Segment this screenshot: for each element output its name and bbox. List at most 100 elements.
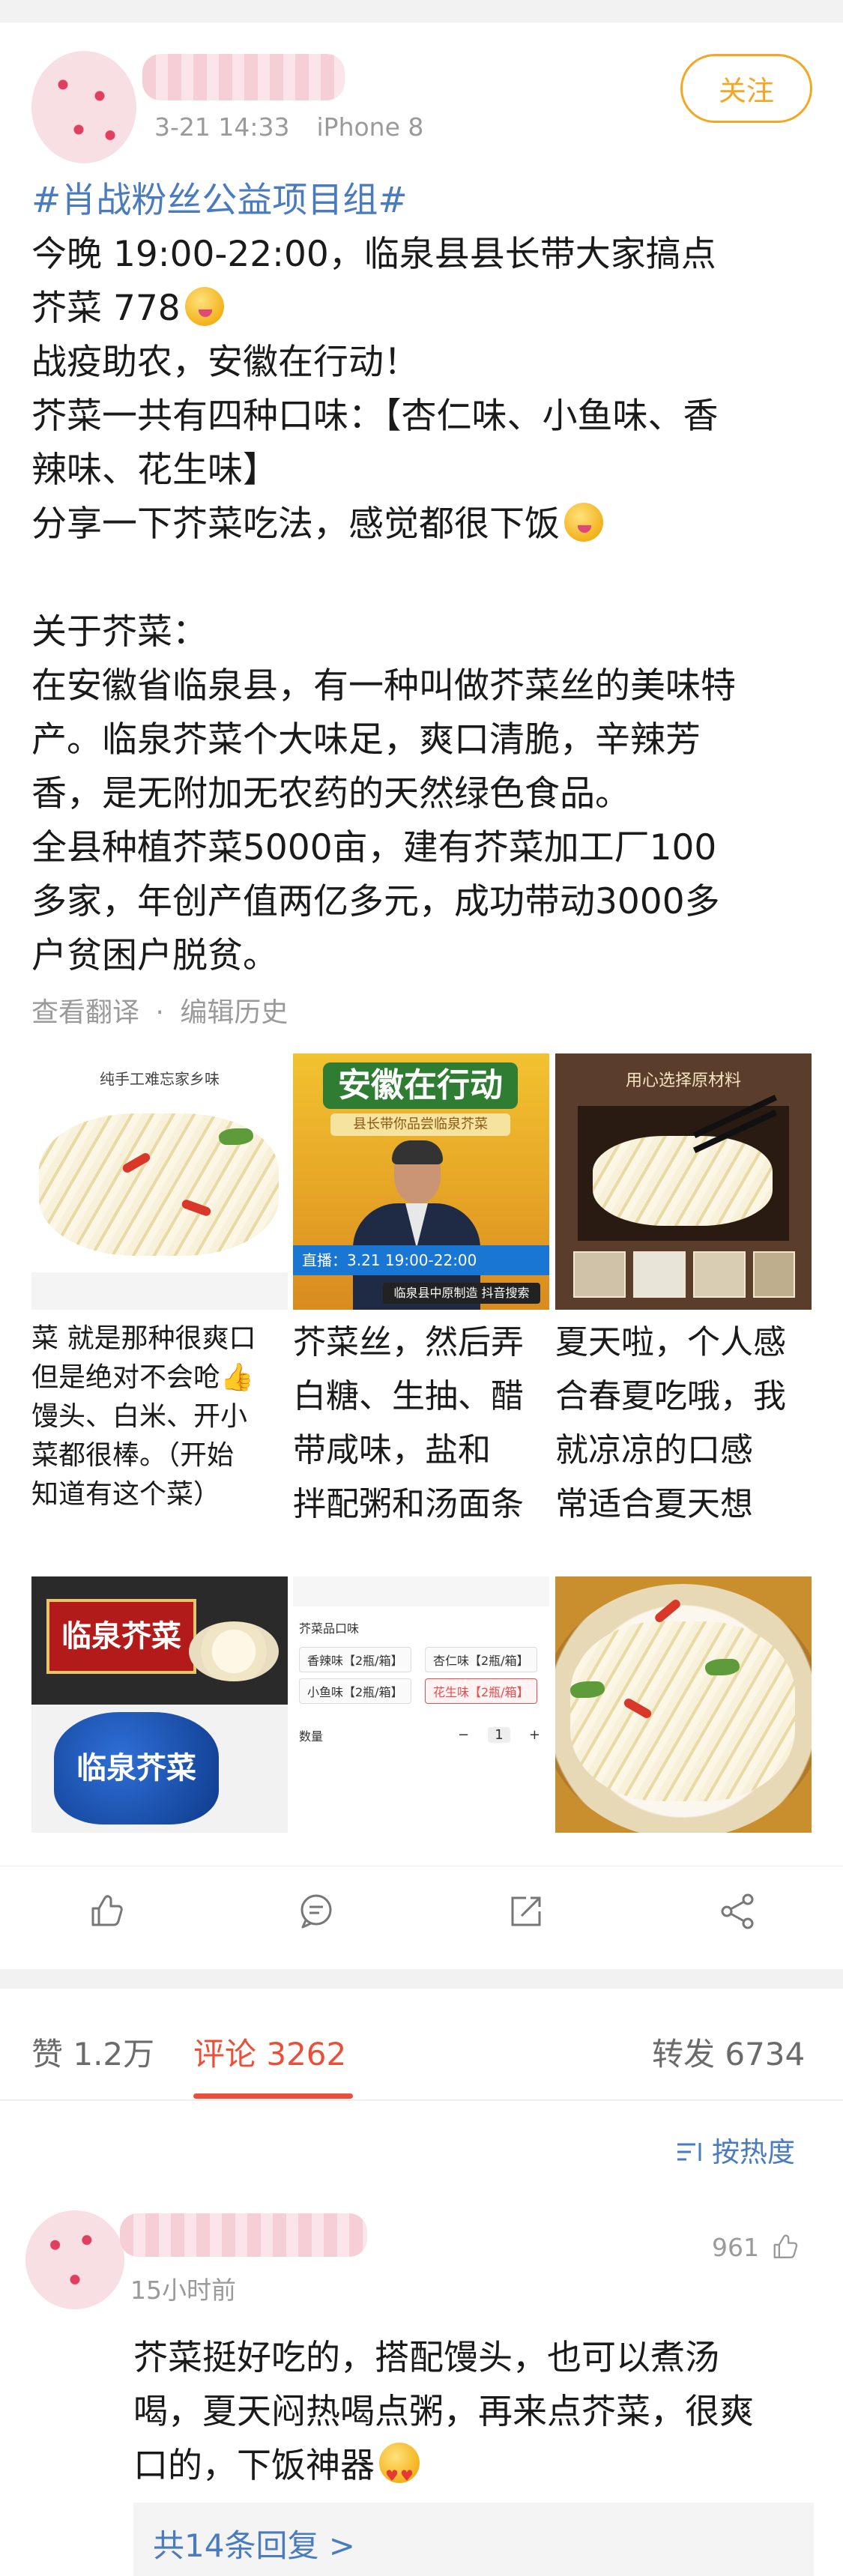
image-1[interactable]: 纯手工难忘家乡味 bbox=[31, 1053, 288, 1310]
avatar[interactable] bbox=[31, 51, 136, 163]
sort-icon bbox=[677, 2143, 701, 2161]
thumbnail bbox=[633, 1251, 686, 1298]
comment-line: 喝，夏天闷热喝点粥，再来点芥菜，很爽 bbox=[133, 2391, 754, 2431]
thumbnail bbox=[573, 1251, 626, 1298]
post-content: #肖战粉丝公益项目组# 今晚 19:00-22:00，临泉县县长带大家搞点 芥菜… bbox=[31, 174, 818, 983]
image-6-text: 合春夏吃哦，我 bbox=[555, 1377, 786, 1415]
image-6-text: 就凉凉的口感 bbox=[555, 1431, 753, 1469]
top-divider bbox=[0, 0, 843, 22]
post-line: 分享一下芥菜吃法，感觉都很下饭 bbox=[31, 498, 818, 551]
post-time: 3-21 14:33 bbox=[154, 112, 290, 142]
post-line: 在安徽省临泉县，有一种叫做芥菜丝的美味特 bbox=[31, 665, 736, 707]
image-6-text: 常适合夏天想 bbox=[555, 1485, 753, 1523]
post-line: 全县种植芥菜5000亩，建有芥菜加工厂100 bbox=[31, 827, 717, 868]
image-5-text: 带咸味，盐和 bbox=[293, 1431, 491, 1469]
image-4-text: 菜 就是那种很爽口 bbox=[31, 1323, 256, 1354]
section-divider bbox=[0, 1969, 843, 1989]
post-device: iPhone 8 bbox=[316, 112, 424, 142]
weibo-post: 3-21 14:33 iPhone 8 关注 #肖战粉丝公益项目组# 今晚 19:… bbox=[0, 0, 843, 1969]
view-replies-button[interactable]: 共14条回复 > bbox=[133, 2503, 814, 2576]
poster-subtitle: 县长带你品尝临泉芥菜 bbox=[330, 1113, 510, 1136]
blue-jar-photo: 临泉芥菜 bbox=[31, 1705, 288, 1833]
shop-header bbox=[293, 1576, 549, 1606]
share-icon bbox=[721, 1893, 754, 1929]
thumbnail bbox=[753, 1251, 795, 1298]
thumb-up-icon bbox=[773, 2234, 798, 2258]
post-line: 战疫助农，安徽在行动！ bbox=[31, 342, 419, 383]
post-toolbar bbox=[0, 1866, 843, 1956]
edit-history-link[interactable]: 编辑历史 bbox=[180, 997, 288, 1028]
image-6-text: 夏天啦，个人感 bbox=[555, 1323, 786, 1361]
heart-eyes-emoji-icon bbox=[379, 2443, 420, 2503]
image-6[interactable]: 夏天啦，个人感 合春夏吃哦，我 就凉凉的口感 常适合夏天想 bbox=[555, 1315, 812, 1571]
quantity-value: 1 bbox=[488, 1726, 510, 1743]
sort-label: 按热度 bbox=[712, 2136, 795, 2168]
poster-bottom-bar: 临泉县中原制造 抖音搜索 bbox=[383, 1283, 540, 1304]
quantity-stepper: − 1 + bbox=[458, 1723, 540, 1746]
thumbs-up-emoji-icon: 👍 bbox=[220, 1362, 254, 1393]
tab-reposts[interactable]: 转发 6734 bbox=[652, 2029, 805, 2075]
image-5[interactable]: 芥菜丝，然后弄 白糖、生抽、醋 带咸味，盐和 拌配粥和汤面条 bbox=[293, 1315, 549, 1571]
tab-likes[interactable]: 赞 1.2万 bbox=[31, 2029, 154, 2075]
repost-button[interactable] bbox=[504, 1889, 549, 1934]
quantity-label: 数量 bbox=[299, 1729, 324, 1744]
follow-button[interactable]: 关注 bbox=[680, 54, 812, 123]
image-1-caption: 纯手工难忘家乡味 bbox=[100, 1070, 220, 1088]
image-7[interactable]: 临泉芥菜 临泉芥菜 bbox=[31, 1576, 288, 1833]
comment-time: 15小时前 bbox=[130, 2276, 236, 2305]
mustard-strips bbox=[570, 1621, 795, 1801]
flavor-heading: 芥菜品口味 bbox=[299, 1621, 360, 1636]
comment-like-count: 961 bbox=[712, 2232, 759, 2262]
comment-avatar[interactable] bbox=[25, 2210, 124, 2309]
image-8[interactable]: 芥菜品口味 香辣味【2瓶/箱】 杏仁味【2瓶/箱】 小鱼味【2瓶/箱】 花生味【… bbox=[293, 1576, 549, 1833]
poster-title: 安徽在行动 bbox=[323, 1062, 518, 1109]
herb bbox=[219, 1128, 253, 1145]
separator: · bbox=[155, 997, 164, 1028]
blue-jar-label: 临泉芥菜 bbox=[54, 1712, 219, 1824]
image-5-text: 拌配粥和汤面条 bbox=[293, 1485, 524, 1523]
post-line: 辣味、花生味】 bbox=[31, 450, 278, 491]
image-2[interactable]: 安徽在行动 县长带你品尝临泉芥菜 直播：3.21 19:00-22:00 临泉县… bbox=[293, 1053, 549, 1310]
flavor-option: 杏仁味【2瓶/箱】 bbox=[425, 1647, 537, 1672]
image-5-text: 白糖、生抽、醋 bbox=[293, 1377, 524, 1415]
plus-icon: + bbox=[528, 1726, 540, 1743]
sort-by-hot-button[interactable]: 按热度 bbox=[676, 2129, 795, 2170]
image-4-text: 菜都很棒。（开始 bbox=[31, 1440, 235, 1471]
image-3-title: 用心选择原材料 bbox=[625, 1071, 741, 1090]
flavor-option: 香辣味【2瓶/箱】 bbox=[299, 1647, 411, 1672]
hashtag-link[interactable]: #肖战粉丝公益项目组# bbox=[31, 174, 818, 228]
post-actions-line: 查看翻译 · 编辑历史 bbox=[31, 991, 288, 1030]
post-line: 户贫困户脱贫。 bbox=[31, 935, 278, 976]
image-3[interactable]: 用心选择原材料 bbox=[555, 1053, 812, 1310]
share-button[interactable] bbox=[715, 1889, 760, 1934]
thumb-up-icon bbox=[91, 1895, 123, 1926]
image-5-text: 芥菜丝，然后弄 bbox=[293, 1323, 524, 1361]
jar-photo: 临泉芥菜 bbox=[31, 1576, 288, 1705]
translate-link[interactable]: 查看翻译 bbox=[31, 997, 139, 1028]
chopsticks-photo bbox=[578, 1095, 789, 1241]
image-4-text: 但是绝对不会呛👍 bbox=[31, 1362, 254, 1393]
post-line: 产。临泉芥菜个大味足，爽口清脆，辛辣芳 bbox=[31, 719, 701, 761]
like-button[interactable] bbox=[82, 1889, 127, 1934]
username-redacted[interactable] bbox=[142, 54, 345, 100]
post-line: 芥菜 778 bbox=[31, 282, 818, 336]
minus-icon: − bbox=[458, 1726, 470, 1743]
repost-icon bbox=[511, 1896, 541, 1926]
engagement-tabs: 赞 1.2万 评论 3262 转发 6734 bbox=[0, 1989, 843, 2101]
tab-comments[interactable]: 评论 3262 bbox=[193, 2029, 346, 2075]
image-4[interactable]: 菜 就是那种很爽口 但是绝对不会呛👍 馒头、白米、开小 菜都很棒。（开始 知道有… bbox=[31, 1315, 288, 1571]
poster-live-time: 直播：3.21 19:00-22:00 bbox=[293, 1245, 549, 1275]
image-9[interactable] bbox=[555, 1576, 812, 1833]
tongue-emoji-icon bbox=[184, 287, 224, 326]
yum-emoji-icon bbox=[564, 503, 603, 542]
comment-button[interactable] bbox=[294, 1889, 339, 1934]
comment-like-button[interactable]: 961 bbox=[712, 2230, 801, 2264]
comment-line: 口的，下饭神器 bbox=[133, 2438, 823, 2503]
post-line: 香，是无附加无农药的天然绿色食品。 bbox=[31, 773, 630, 814]
post-line: 多家，年创产值两亿多元，成功带动3000多 bbox=[31, 881, 720, 922]
replies-label: 共14条回复 > bbox=[153, 2527, 355, 2564]
comment-username-redacted[interactable] bbox=[120, 2213, 367, 2257]
jar-label: 临泉芥菜 bbox=[46, 1599, 196, 1674]
post-line: 今晚 19:00-22:00，临泉县县长带大家搞点 bbox=[31, 234, 716, 275]
